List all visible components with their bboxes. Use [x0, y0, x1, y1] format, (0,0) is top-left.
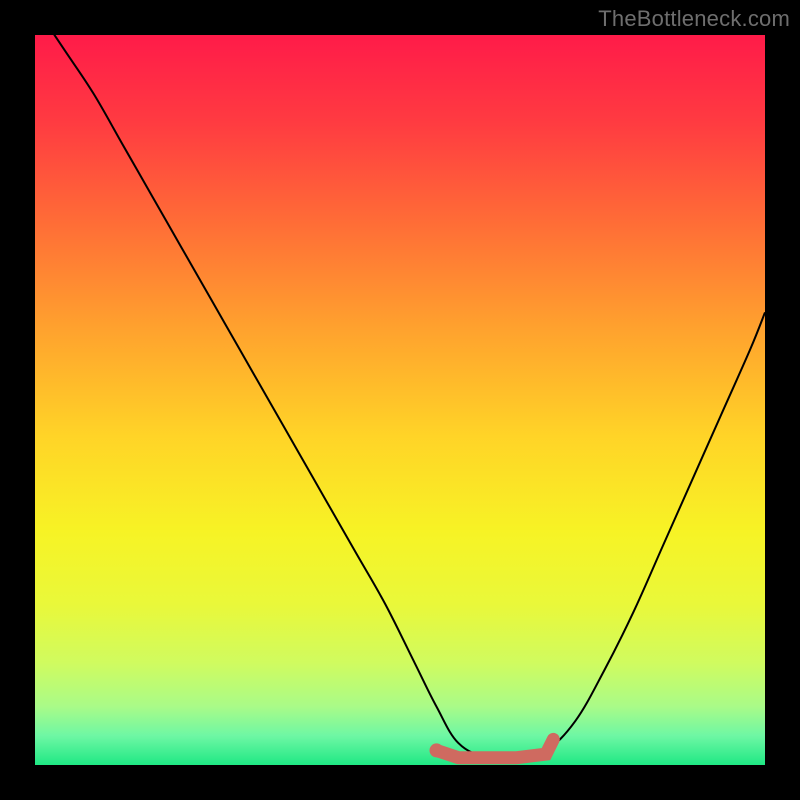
optimal-band: [437, 739, 554, 757]
bottleneck-curve: [35, 35, 765, 759]
optimal-point-marker: [430, 743, 444, 757]
chart-frame: TheBottleneck.com: [0, 0, 800, 800]
plot-area: [35, 35, 765, 765]
attribution-text: TheBottleneck.com: [598, 6, 790, 32]
chart-svg: [35, 35, 765, 765]
